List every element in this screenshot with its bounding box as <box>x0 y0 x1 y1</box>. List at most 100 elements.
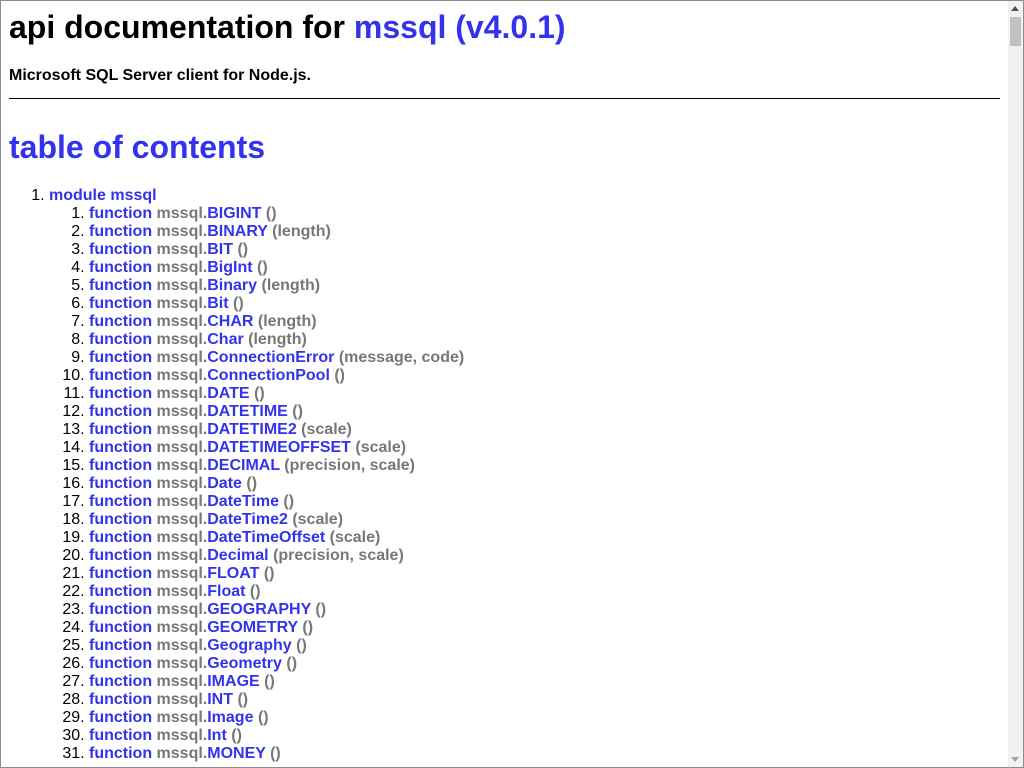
function-keyword-link[interactable]: function <box>89 547 152 564</box>
function-name-link[interactable]: Bit <box>207 295 228 312</box>
function-keyword-link[interactable]: function <box>89 475 152 492</box>
function-keyword-link[interactable]: function <box>89 313 152 330</box>
function-keyword-link[interactable]: function <box>89 493 152 510</box>
function-name-link[interactable]: MONEY <box>207 745 265 762</box>
function-namespace: mssql. <box>156 493 208 510</box>
function-name-link[interactable]: Float <box>207 583 245 600</box>
function-args: () <box>264 673 275 690</box>
function-keyword-link[interactable]: function <box>89 565 152 582</box>
scroll-up-arrow-icon[interactable] <box>1008 1 1023 16</box>
function-keyword-link[interactable]: function <box>89 583 152 600</box>
function-namespace: mssql. <box>156 583 208 600</box>
function-name-link[interactable]: Geography <box>207 637 291 654</box>
toc-function-item: function mssql.BIGINT () <box>89 205 464 223</box>
function-namespace: mssql. <box>156 727 208 744</box>
function-keyword-link[interactable]: function <box>89 331 152 348</box>
function-name-link[interactable]: FLOAT <box>207 565 259 582</box>
function-keyword-link[interactable]: function <box>89 403 152 420</box>
function-keyword-link[interactable]: function <box>89 439 152 456</box>
function-name-link[interactable]: BINARY <box>207 223 267 240</box>
function-name-link[interactable]: ConnectionPool <box>207 367 330 384</box>
function-name-link[interactable]: GEOGRAPHY <box>207 601 311 618</box>
function-name-link[interactable]: DATETIME <box>207 403 288 420</box>
function-keyword-link[interactable]: function <box>89 385 152 402</box>
function-keyword-link[interactable]: function <box>89 421 152 438</box>
function-args: () <box>233 295 244 312</box>
function-keyword-link[interactable]: function <box>89 601 152 618</box>
function-args: () <box>237 691 249 708</box>
function-args: (precision, scale) <box>284 457 415 474</box>
toc-function-item: function mssql.INT () <box>89 691 464 709</box>
function-name-link[interactable]: Date <box>207 475 242 492</box>
function-name-link[interactable]: INT <box>207 691 233 708</box>
scroll-thumb[interactable] <box>1010 17 1021 46</box>
function-keyword-link[interactable]: function <box>89 223 152 240</box>
toc-title[interactable]: table of contents <box>9 127 265 167</box>
toc-function-item: function mssql.FLOAT () <box>89 565 464 583</box>
function-keyword-link[interactable]: function <box>89 349 152 366</box>
function-keyword-link[interactable]: function <box>89 745 152 762</box>
function-name-link[interactable]: Geometry <box>207 655 282 672</box>
function-name-link[interactable]: ConnectionError <box>207 349 334 366</box>
function-namespace: mssql. <box>156 421 208 438</box>
function-keyword-link[interactable]: function <box>89 655 152 672</box>
function-name-link[interactable]: IMAGE <box>207 673 259 690</box>
function-name-link[interactable]: Image <box>207 709 253 726</box>
function-args: () <box>283 493 295 510</box>
function-args: () <box>334 367 345 384</box>
toc-function-item: function mssql.ConnectionPool () <box>89 367 464 385</box>
function-keyword-link[interactable]: function <box>89 241 152 258</box>
function-namespace: mssql. <box>156 367 208 384</box>
toc-function-item: function mssql.DATE () <box>89 385 464 403</box>
function-keyword-link[interactable]: function <box>89 367 152 384</box>
function-name-link[interactable]: Int <box>207 727 227 744</box>
function-keyword-link[interactable]: function <box>89 727 152 744</box>
function-list: function mssql.BIGINT ()function mssql.B… <box>49 205 464 763</box>
function-keyword-link[interactable]: function <box>89 511 152 528</box>
function-name-link[interactable]: DateTime2 <box>207 511 288 528</box>
function-name-link[interactable]: DATETIME2 <box>207 421 296 438</box>
function-args: (message, code) <box>338 349 465 366</box>
function-name-link[interactable]: BIGINT <box>207 205 261 222</box>
function-name-link[interactable]: CHAR <box>207 313 253 330</box>
page-title: api documentation for mssql (v4.0.1) <box>9 7 566 47</box>
function-name-link[interactable]: DATETIMEOFFSET <box>207 439 351 456</box>
toc-function-item: function mssql.DATETIME2 (scale) <box>89 421 464 439</box>
function-keyword-link[interactable]: function <box>89 205 152 222</box>
module-link[interactable]: module mssql <box>49 187 157 204</box>
function-keyword-link[interactable]: function <box>89 709 152 726</box>
function-name-link[interactable]: DateTime <box>207 493 279 510</box>
toc-function-item: function mssql.GEOMETRY () <box>89 619 464 637</box>
function-namespace: mssql. <box>156 313 208 330</box>
function-name-link[interactable]: DECIMAL <box>207 457 280 474</box>
function-name-link[interactable]: Char <box>207 331 243 348</box>
toc-function-item: function mssql.DateTimeOffset (scale) <box>89 529 464 547</box>
function-keyword-link[interactable]: function <box>89 259 152 276</box>
function-name-link[interactable]: DateTimeOffset <box>207 529 325 546</box>
function-keyword-link[interactable]: function <box>89 277 152 294</box>
toc-function-item: function mssql.Bit () <box>89 295 464 313</box>
scroll-down-arrow-icon[interactable] <box>1008 752 1023 767</box>
function-name-link[interactable]: BIT <box>207 241 233 258</box>
function-keyword-link[interactable]: function <box>89 619 152 636</box>
function-name-link[interactable]: GEOMETRY <box>207 619 298 636</box>
function-name-link[interactable]: DATE <box>207 385 249 402</box>
vertical-scrollbar[interactable] <box>1008 1 1023 767</box>
function-name-link[interactable]: Binary <box>207 277 257 294</box>
function-args: () <box>254 385 265 402</box>
function-keyword-link[interactable]: function <box>89 637 152 654</box>
toc-function-item: function mssql.BigInt () <box>89 259 464 277</box>
function-namespace: mssql. <box>156 223 208 240</box>
function-name-link[interactable]: Decimal <box>207 547 268 564</box>
function-keyword-link[interactable]: function <box>89 457 152 474</box>
function-keyword-link[interactable]: function <box>89 691 152 708</box>
toc-function-item: function mssql.Int () <box>89 727 464 745</box>
function-namespace: mssql. <box>156 619 208 636</box>
function-keyword-link[interactable]: function <box>89 673 152 690</box>
package-link[interactable]: mssql (v4.0.1) <box>354 9 566 45</box>
function-namespace: mssql. <box>156 529 208 546</box>
function-args: () <box>231 727 242 744</box>
function-keyword-link[interactable]: function <box>89 295 152 312</box>
function-keyword-link[interactable]: function <box>89 529 152 546</box>
function-name-link[interactable]: BigInt <box>207 259 252 276</box>
